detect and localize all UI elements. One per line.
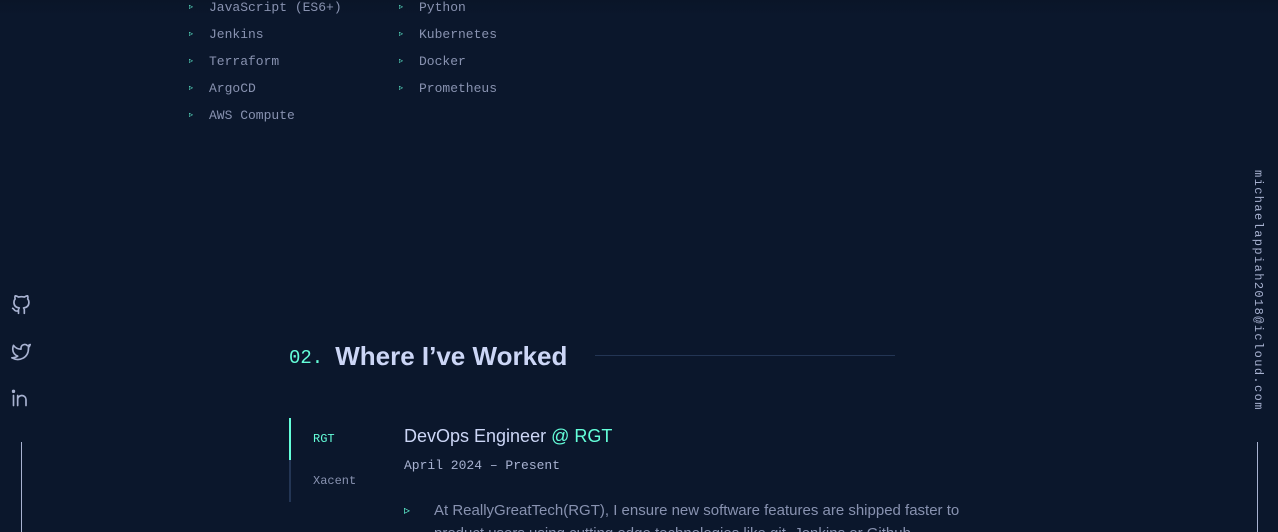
- skill-item: ▹ JavaScript (ES6+): [189, 0, 399, 21]
- section-title: Where I’ve Worked: [335, 340, 568, 371]
- skill-item: ▹ Prometheus: [399, 75, 609, 102]
- triangle-right-icon: ▹: [189, 56, 194, 66]
- tab-rgt[interactable]: RGT: [289, 418, 389, 460]
- job-title: DevOps Engineer @ RGT: [404, 426, 612, 447]
- triangle-right-icon: ▹: [189, 110, 194, 120]
- tab-xacent[interactable]: Xacent: [289, 460, 389, 502]
- triangle-right-icon: ▹: [189, 29, 194, 39]
- triangle-right-icon: ▹: [399, 2, 404, 12]
- skill-item: ▹ AWS Compute: [189, 102, 399, 129]
- skill-item: ▹ ArgoCD: [189, 75, 399, 102]
- skill-item: ▹ Kubernetes: [399, 21, 609, 48]
- skill-item: ▹ Jenkins: [189, 21, 399, 48]
- skill-item: ▹ Docker: [399, 48, 609, 75]
- job-company-link[interactable]: @ RGT: [551, 426, 612, 446]
- triangle-right-icon: ▹: [399, 29, 404, 39]
- skills-list: ▹ JavaScript (ES6+) ▹ Python ▹ Jenkins ▹ Kub…: [189, 0, 629, 129]
- job-dates: April 2024 – Present: [404, 458, 561, 473]
- skill-item: ▹ Terraform: [189, 48, 399, 75]
- job-tabs: RGT Xacent: [289, 418, 389, 502]
- section-number: 02.: [289, 347, 324, 369]
- section-heading: 02. Where I’ve Worked: [289, 338, 567, 374]
- job-bullet-text: At ReallyGreatTech(RGT), I ensure new so…: [434, 502, 960, 532]
- twitter-icon[interactable]: [11, 342, 31, 362]
- triangle-right-icon: ▹: [189, 2, 194, 12]
- email-link[interactable]: michaelappiah2018@icloud.com: [1251, 170, 1265, 411]
- skill-item: ▹ Python: [399, 0, 609, 21]
- heading-divider: [595, 355, 895, 356]
- github-icon[interactable]: [11, 294, 31, 315]
- triangle-right-icon: ▹: [399, 56, 404, 66]
- triangle-right-icon: ▹: [189, 83, 194, 93]
- job-role: DevOps Engineer: [404, 426, 547, 446]
- social-rail-line: [21, 442, 22, 532]
- triangle-right-icon: ▹: [399, 83, 404, 93]
- job-bullet: ▹ At ReallyGreatTech(RGT), I ensure new …: [404, 499, 1004, 532]
- triangle-right-icon: ▹: [404, 503, 411, 517]
- linkedin-icon[interactable]: [11, 388, 31, 408]
- email-rail-line: [1257, 442, 1258, 532]
